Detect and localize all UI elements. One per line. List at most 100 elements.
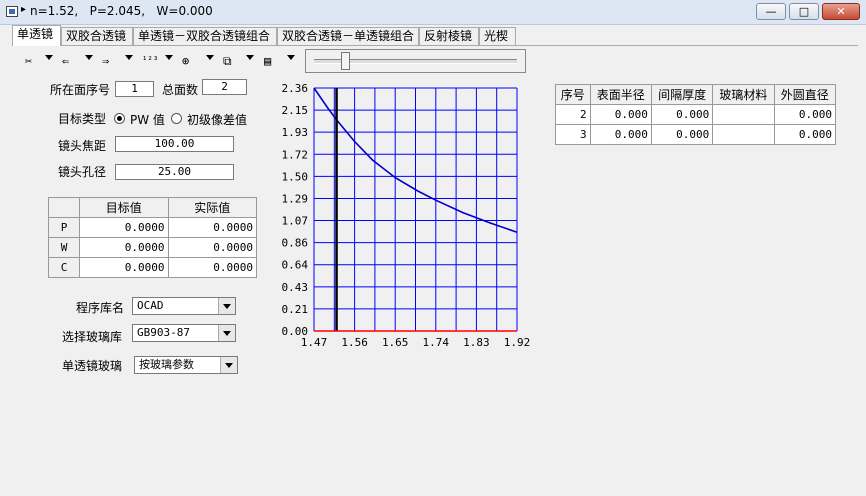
table-cell[interactable]	[712, 104, 775, 125]
chevron-down-icon[interactable]	[218, 298, 235, 314]
tab-single-doublet-combo[interactable]: 单透镜－双胶合透镜组合	[133, 27, 277, 45]
tab-single-lens[interactable]: 单透镜	[12, 25, 61, 46]
copy-dropdown-icon[interactable]	[246, 55, 254, 60]
y-tick-label: 1.07	[282, 215, 309, 228]
table-cell[interactable]: 0.000	[589, 104, 652, 125]
radio-pw[interactable]	[114, 113, 125, 124]
table-row: C 0.0000 0.0000	[48, 257, 257, 278]
total-surfaces-field[interactable]: 2	[202, 79, 247, 95]
chevron-down-icon[interactable]	[218, 325, 235, 341]
x-tick-label: 1.65	[382, 336, 409, 349]
insert-after-icon[interactable]: ⇒	[102, 53, 109, 69]
y-tick-label: 1.50	[282, 170, 309, 183]
table-cell[interactable]: 2	[555, 104, 591, 125]
table-cell[interactable]: 0.0000	[167, 257, 257, 278]
column-header: 表面半径	[589, 84, 652, 105]
insert-before-icon[interactable]: ⇐	[62, 53, 69, 69]
copy-icon[interactable]: ⧉	[223, 53, 232, 69]
library-select-value: OCAD	[137, 299, 164, 312]
x-tick-label: 1.92	[504, 336, 531, 349]
y-tick-label: 2.15	[282, 104, 309, 117]
table-row: P 0.0000 0.0000	[48, 217, 257, 238]
y-tick-label: 0.86	[282, 237, 309, 250]
chevron-down-icon[interactable]	[220, 357, 237, 373]
menu-arrow-icon[interactable]: ▸	[21, 4, 26, 15]
table-cell[interactable]: 0.0000	[79, 237, 169, 258]
tab-doublet-single-combo[interactable]: 双胶合透镜－单透镜组合	[277, 27, 419, 45]
tab-wedge[interactable]: 光楔	[479, 27, 516, 45]
row-header: P	[48, 217, 80, 238]
slider-thumb[interactable]	[341, 52, 350, 70]
table-corner	[48, 197, 80, 218]
y-tick-label: 0.64	[282, 259, 309, 272]
x-tick-label: 1.56	[341, 336, 368, 349]
table-row: W 0.0000 0.0000	[48, 237, 257, 258]
scissors-dropdown-icon[interactable]	[45, 55, 53, 60]
title-bar: ▸ n=1.52, P=2.045, W=0.000 — □ ✕	[0, 0, 866, 25]
single-glass-select[interactable]: 按玻璃参数	[134, 356, 238, 374]
aperture-field[interactable]: 25.00	[115, 164, 234, 180]
radio-pw-label[interactable]: PW 值	[130, 111, 165, 128]
close-button[interactable]: ✕	[822, 3, 860, 20]
minimize-button[interactable]: —	[756, 3, 786, 20]
column-header: 实际值	[167, 197, 257, 218]
table-cell[interactable]: 0.000	[650, 124, 714, 145]
sort-icon[interactable]: ¹²³	[142, 53, 158, 69]
radio-aberration[interactable]	[171, 113, 182, 124]
focal-field[interactable]: 100.00	[115, 136, 234, 152]
table-cell[interactable]: 0.000	[589, 124, 652, 145]
pw-chart: 2.36 2.15 1.93 1.72 1.50 1.29 1.07 0.86 0.64 0.43…	[282, 82, 531, 349]
table-cell[interactable]: 0.0000	[79, 217, 169, 238]
table-cell[interactable]: 0.0000	[79, 257, 169, 278]
slider[interactable]	[305, 49, 526, 73]
table-cell[interactable]: 0.000	[773, 104, 837, 125]
sort-dropdown-icon[interactable]	[165, 55, 173, 60]
window-title: n=1.52, P=2.045, W=0.000	[30, 4, 213, 18]
tab-doublet[interactable]: 双胶合透镜	[61, 27, 133, 45]
table-cell[interactable]: 3	[555, 124, 591, 145]
y-tick-label: 1.93	[282, 126, 309, 139]
table-cell[interactable]: 0.000	[650, 104, 714, 125]
x-tick-label: 1.83	[463, 336, 490, 349]
zoom-dropdown-icon[interactable]	[206, 55, 214, 60]
surface-no-field[interactable]: 1	[115, 81, 154, 97]
tab-reflect-prism[interactable]: 反射棱镜	[419, 27, 479, 45]
radio-aberration-label[interactable]: 初级像差值	[187, 111, 247, 128]
y-tick-label: 0.21	[282, 303, 309, 316]
paste-icon[interactable]: ▤	[264, 53, 271, 69]
x-tick-label: 1.74	[423, 336, 450, 349]
scissors-icon[interactable]: ✂	[25, 53, 32, 69]
table-cell[interactable]	[712, 124, 775, 145]
insert-after-dropdown-icon[interactable]	[125, 55, 133, 60]
column-header: 外圆直径	[773, 84, 837, 105]
tab-strip-border	[12, 45, 858, 46]
column-header: 玻璃材料	[712, 84, 775, 105]
maximize-button[interactable]: □	[789, 3, 819, 20]
surface-table: 序号 表面半径 间隔厚度 玻璃材料 外圆直径 2 0.000 0.000 0.0…	[555, 84, 837, 145]
row-header: C	[48, 257, 80, 278]
glass-lib-label: 选择玻璃库	[62, 330, 123, 344]
chart-grid	[313, 87, 518, 332]
paste-dropdown-icon[interactable]	[287, 55, 295, 60]
table-header-row: 序号 表面半径 间隔厚度 玻璃材料 外圆直径	[555, 84, 837, 105]
y-tick-label: 1.29	[282, 192, 309, 205]
column-header: 序号	[555, 84, 591, 105]
table-cell[interactable]: 0.0000	[167, 237, 257, 258]
aperture-label: 镜头孔径	[58, 165, 107, 179]
table-row: 3 0.000 0.000 0.000	[555, 124, 837, 145]
table-cell[interactable]: 0.000	[773, 124, 837, 145]
focal-label: 镜头焦距	[58, 139, 107, 153]
library-label: 程序库名	[76, 301, 125, 315]
table-header-row: 目标值 实际值	[48, 197, 257, 218]
y-tick-label: 0.43	[282, 281, 309, 294]
pw-table: 目标值 实际值 P 0.0000 0.0000 W 0.0000 0.0000 …	[48, 197, 257, 278]
zoom-icon[interactable]: ⊕	[182, 53, 189, 69]
table-row: 2 0.000 0.000 0.000	[555, 104, 837, 125]
single-glass-label: 单透镜玻璃	[62, 359, 123, 373]
column-header: 目标值	[79, 197, 169, 218]
glass-lib-select[interactable]: GB903-87	[132, 324, 236, 342]
insert-before-dropdown-icon[interactable]	[85, 55, 93, 60]
library-select[interactable]: OCAD	[132, 297, 236, 315]
single-glass-select-value: 按玻璃参数	[139, 358, 194, 371]
table-cell[interactable]: 0.0000	[167, 217, 257, 238]
